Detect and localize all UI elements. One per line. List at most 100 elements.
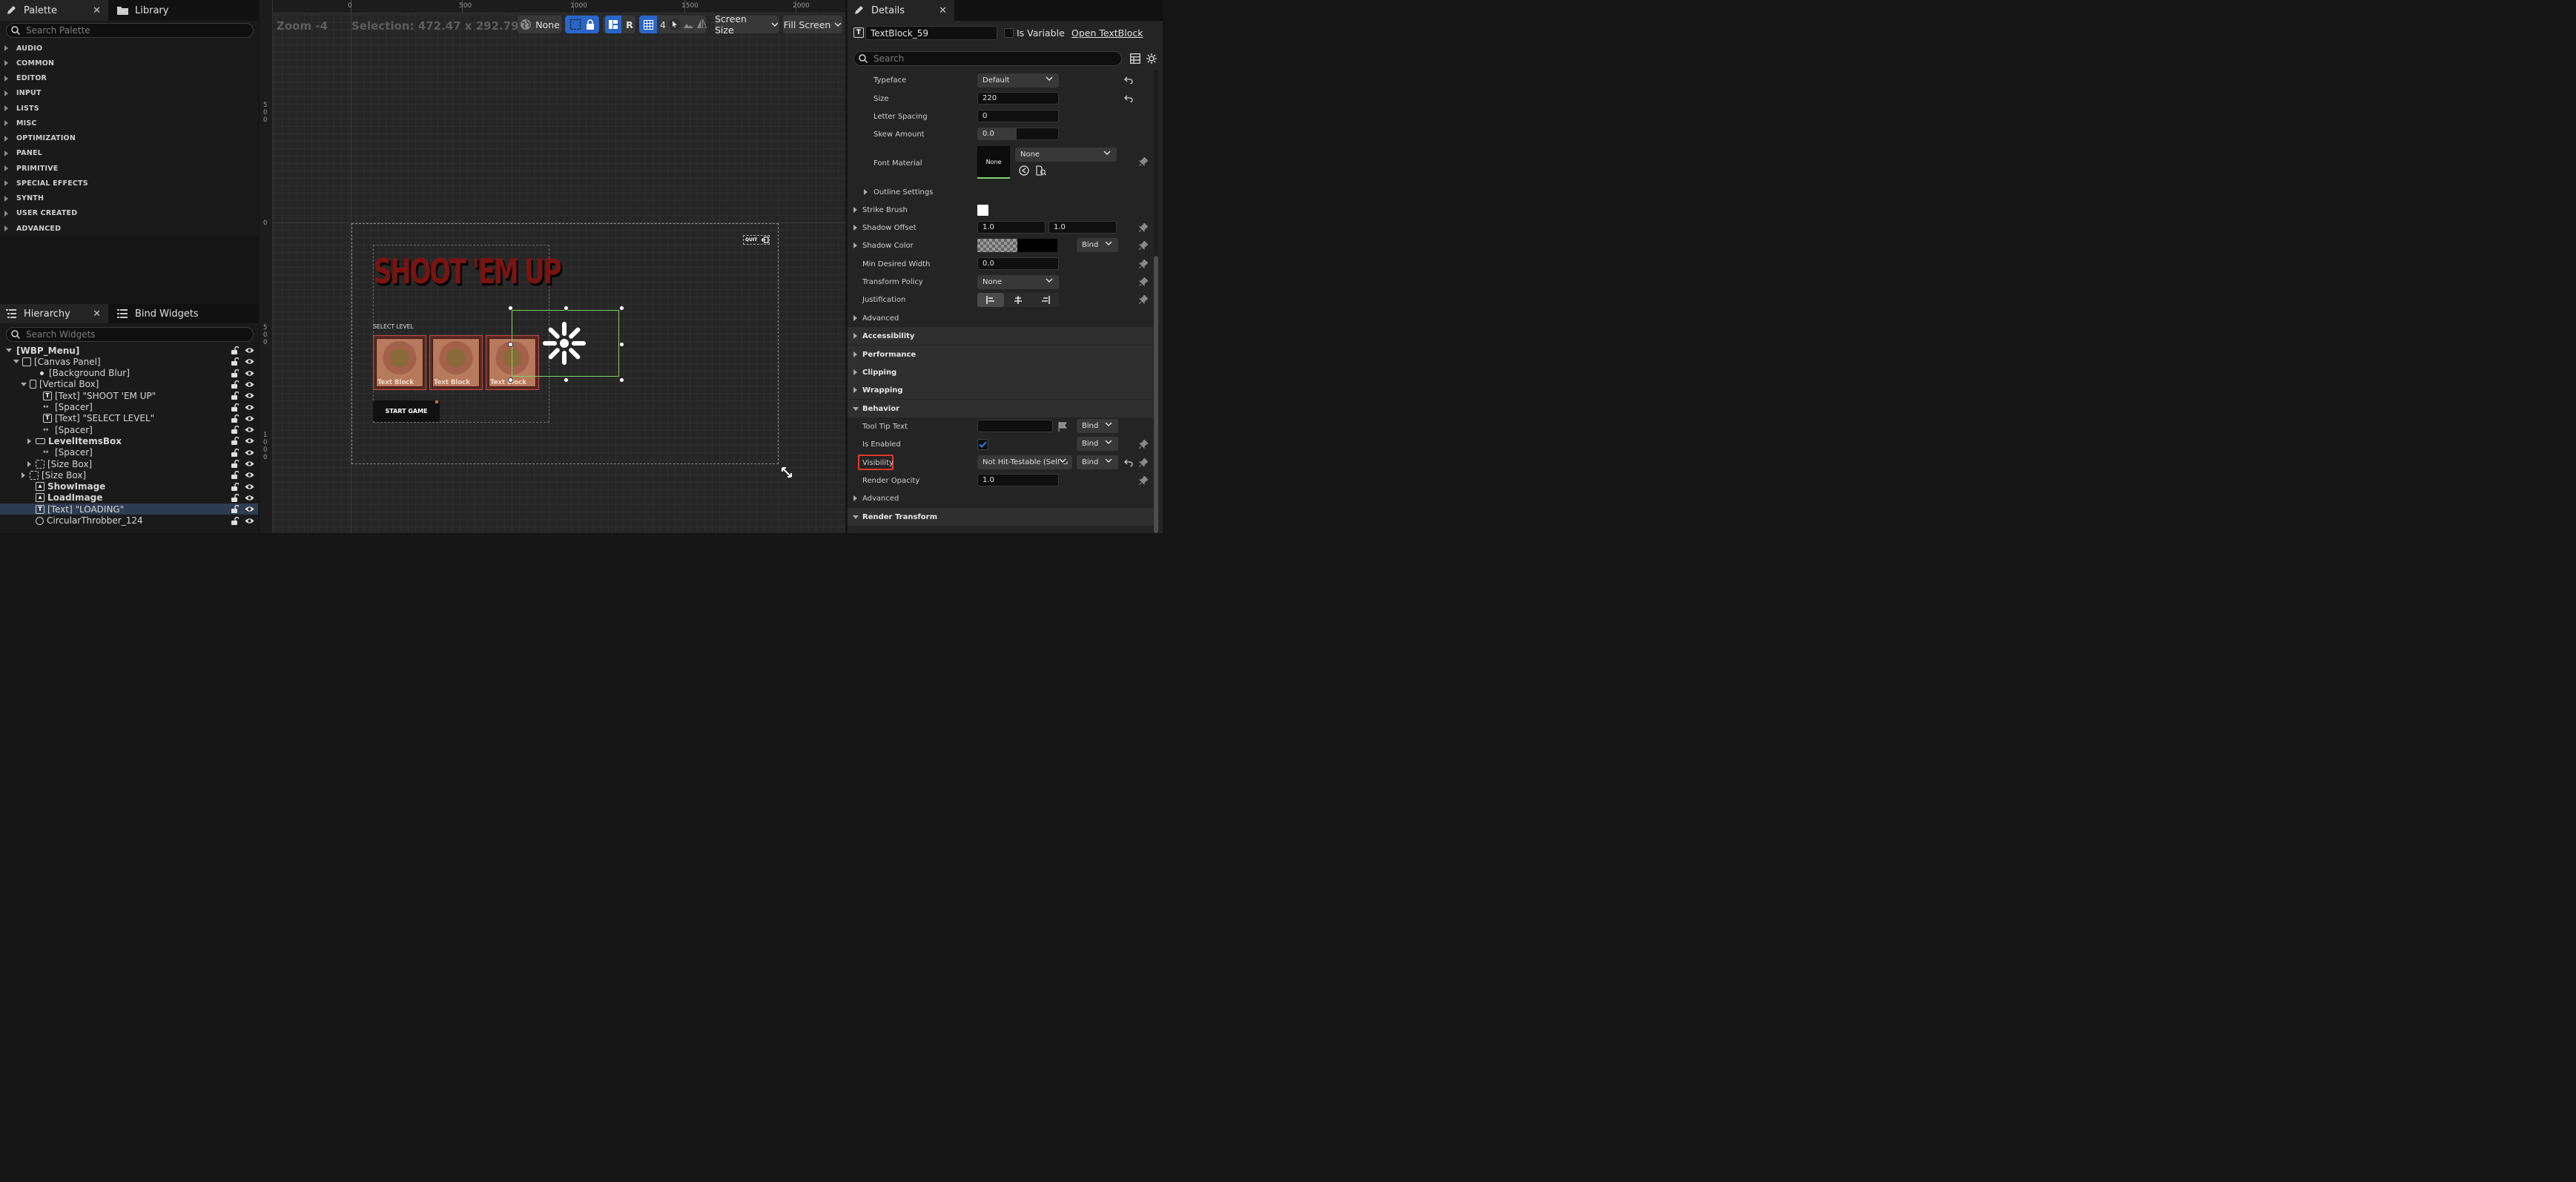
resize-handle[interactable]: [619, 306, 624, 311]
eye-icon[interactable]: [245, 495, 254, 501]
palette-category-lists[interactable]: LISTS: [4, 102, 39, 115]
eye-icon[interactable]: [245, 347, 254, 354]
screen-size-dropdown[interactable]: Screen Size: [715, 13, 779, 36]
palette-category-audio[interactable]: AUDIO: [4, 42, 42, 55]
expand-arrow-icon[interactable]: [4, 120, 8, 127]
flag-icon[interactable]: [1058, 422, 1067, 432]
browse-asset-icon[interactable]: [1036, 165, 1046, 176]
visibility-dropdown[interactable]: Not Hit-Testable (Self &: [977, 455, 1072, 469]
hierarchy-row[interactable]: ▲ ShowImage: [0, 481, 258, 492]
outline-settings-row[interactable]: Outline Settings: [848, 183, 1153, 201]
resize-handle[interactable]: [564, 306, 569, 311]
eye-icon[interactable]: [245, 472, 254, 478]
eye-icon[interactable]: [245, 460, 254, 467]
tab-palette[interactable]: Palette ✕: [0, 0, 108, 21]
pin-icon[interactable]: [1139, 440, 1148, 449]
shadow-color-bind-dropdown[interactable]: Bind: [1077, 238, 1118, 252]
flip-icon[interactable]: [697, 19, 707, 30]
expand-arrow-icon[interactable]: [4, 135, 8, 142]
palette-category-user-created[interactable]: USER CREATED: [4, 207, 77, 220]
pin-icon[interactable]: [1139, 260, 1148, 268]
tool-tip-text-field[interactable]: [977, 420, 1053, 432]
pin-icon[interactable]: [1139, 458, 1148, 467]
grid-snap-group[interactable]: 4: [639, 16, 707, 33]
unlock-icon[interactable]: [231, 505, 239, 514]
eye-icon[interactable]: [245, 381, 254, 388]
hierarchy-row[interactable]: T [Text] "SELECT LEVEL": [0, 413, 258, 424]
expand-arrow-icon[interactable]: [853, 351, 857, 357]
hierarchy-row[interactable]: [Size Box]: [0, 458, 258, 469]
expand-arrow-icon[interactable]: [853, 207, 857, 213]
palette-category-common[interactable]: COMMON: [4, 56, 54, 70]
expand-arrow-icon[interactable]: [4, 195, 8, 202]
advanced-row[interactable]: Advanced: [848, 309, 1153, 327]
expand-arrow-icon[interactable]: [4, 90, 8, 96]
is-enabled-checkbox[interactable]: [977, 439, 988, 450]
expand-arrow-icon[interactable]: [853, 369, 857, 375]
font-material-thumbnail[interactable]: None: [977, 146, 1010, 179]
transform-policy-dropdown[interactable]: None: [977, 275, 1059, 289]
pin-icon[interactable]: [1139, 157, 1148, 166]
eye-icon[interactable]: [245, 438, 254, 444]
strike-brush-swatch[interactable]: [977, 205, 988, 216]
unlock-icon[interactable]: [231, 403, 239, 412]
render-opacity-field[interactable]: 1.0: [977, 474, 1059, 486]
palette-category-panel[interactable]: PANEL: [4, 147, 42, 160]
unlock-icon[interactable]: [231, 493, 239, 502]
expand-arrow-icon[interactable]: [4, 45, 8, 51]
resize-handle[interactable]: [508, 306, 513, 311]
unlock-icon[interactable]: [231, 482, 239, 491]
palette-category-advanced[interactable]: ADVANCED: [4, 222, 61, 235]
hierarchy-row[interactable]: [Canvas Panel]: [0, 356, 258, 367]
eye-icon[interactable]: [245, 483, 254, 490]
collapse-arrow-icon[interactable]: [13, 360, 19, 364]
pin-icon[interactable]: [1139, 241, 1148, 250]
eye-icon[interactable]: [245, 426, 254, 433]
expand-arrow-icon[interactable]: [853, 225, 857, 231]
level-item-card[interactable]: Text Block: [429, 335, 483, 390]
close-icon[interactable]: ✕: [939, 5, 947, 16]
details-scrollbar-thumb[interactable]: [1154, 256, 1158, 533]
fill-screen-dropdown[interactable]: Fill Screen: [783, 16, 842, 33]
hierarchy-row[interactable]: LevelItemsBox: [0, 435, 258, 446]
palette-search-input[interactable]: Search Palette: [6, 23, 254, 38]
hierarchy-row[interactable]: ▲ LoadImage: [0, 492, 258, 503]
palette-category-special-effects[interactable]: SPECIAL EFFECTS: [4, 176, 88, 190]
palette-category-optimization[interactable]: OPTIMIZATION: [4, 132, 76, 145]
min-desired-width-field[interactable]: 0.0: [977, 257, 1059, 270]
hierarchy-row[interactable]: ↔ [Spacer]: [0, 447, 258, 458]
behavior-advanced-row[interactable]: Advanced: [848, 489, 1153, 507]
hierarchy-row[interactable]: T [Text] "LOADING": [0, 503, 258, 515]
shadow-color-swatch[interactable]: [977, 239, 1057, 252]
eye-icon[interactable]: [245, 358, 254, 365]
hierarchy-row[interactable]: [Background Blur]: [0, 368, 258, 379]
reset-arrow-icon[interactable]: [1124, 95, 1133, 102]
expand-arrow-icon[interactable]: [4, 60, 8, 67]
palette-category-editor[interactable]: EDITOR: [4, 72, 47, 85]
expand-arrow-icon[interactable]: [4, 210, 8, 217]
respect-locks-toggle[interactable]: [565, 16, 599, 33]
expand-arrow-icon[interactable]: [853, 387, 857, 393]
expand-arrow-icon[interactable]: [27, 461, 31, 467]
resize-handle[interactable]: [508, 342, 513, 347]
cursor-icon[interactable]: [669, 19, 681, 30]
expand-arrow-icon[interactable]: [864, 189, 868, 195]
collapse-arrow-icon[interactable]: [853, 407, 859, 411]
collapse-arrow-icon[interactable]: [21, 382, 27, 386]
palette-category-synth[interactable]: SYNTH: [4, 192, 44, 205]
expand-arrow-icon[interactable]: [853, 315, 857, 321]
is-variable-checkbox[interactable]: [1004, 28, 1014, 38]
tool-tip-bind-dropdown[interactable]: Bind: [1077, 419, 1118, 433]
eye-icon[interactable]: [245, 415, 254, 422]
eye-icon[interactable]: [245, 392, 254, 399]
expand-arrow-icon[interactable]: [22, 472, 25, 479]
font-material-dropdown[interactable]: None: [1015, 148, 1117, 162]
section-behavior[interactable]: Behavior: [848, 400, 1153, 417]
widget-name-field[interactable]: TextBlock_59: [865, 26, 997, 40]
pin-icon[interactable]: [1139, 476, 1148, 485]
tab-details[interactable]: Details ✕: [848, 0, 954, 21]
resize-icon[interactable]: [781, 466, 793, 478]
align-right-icon[interactable]: [1031, 293, 1059, 307]
typeface-dropdown[interactable]: Default: [977, 73, 1059, 88]
section-wrapping[interactable]: Wrapping: [848, 381, 1153, 399]
